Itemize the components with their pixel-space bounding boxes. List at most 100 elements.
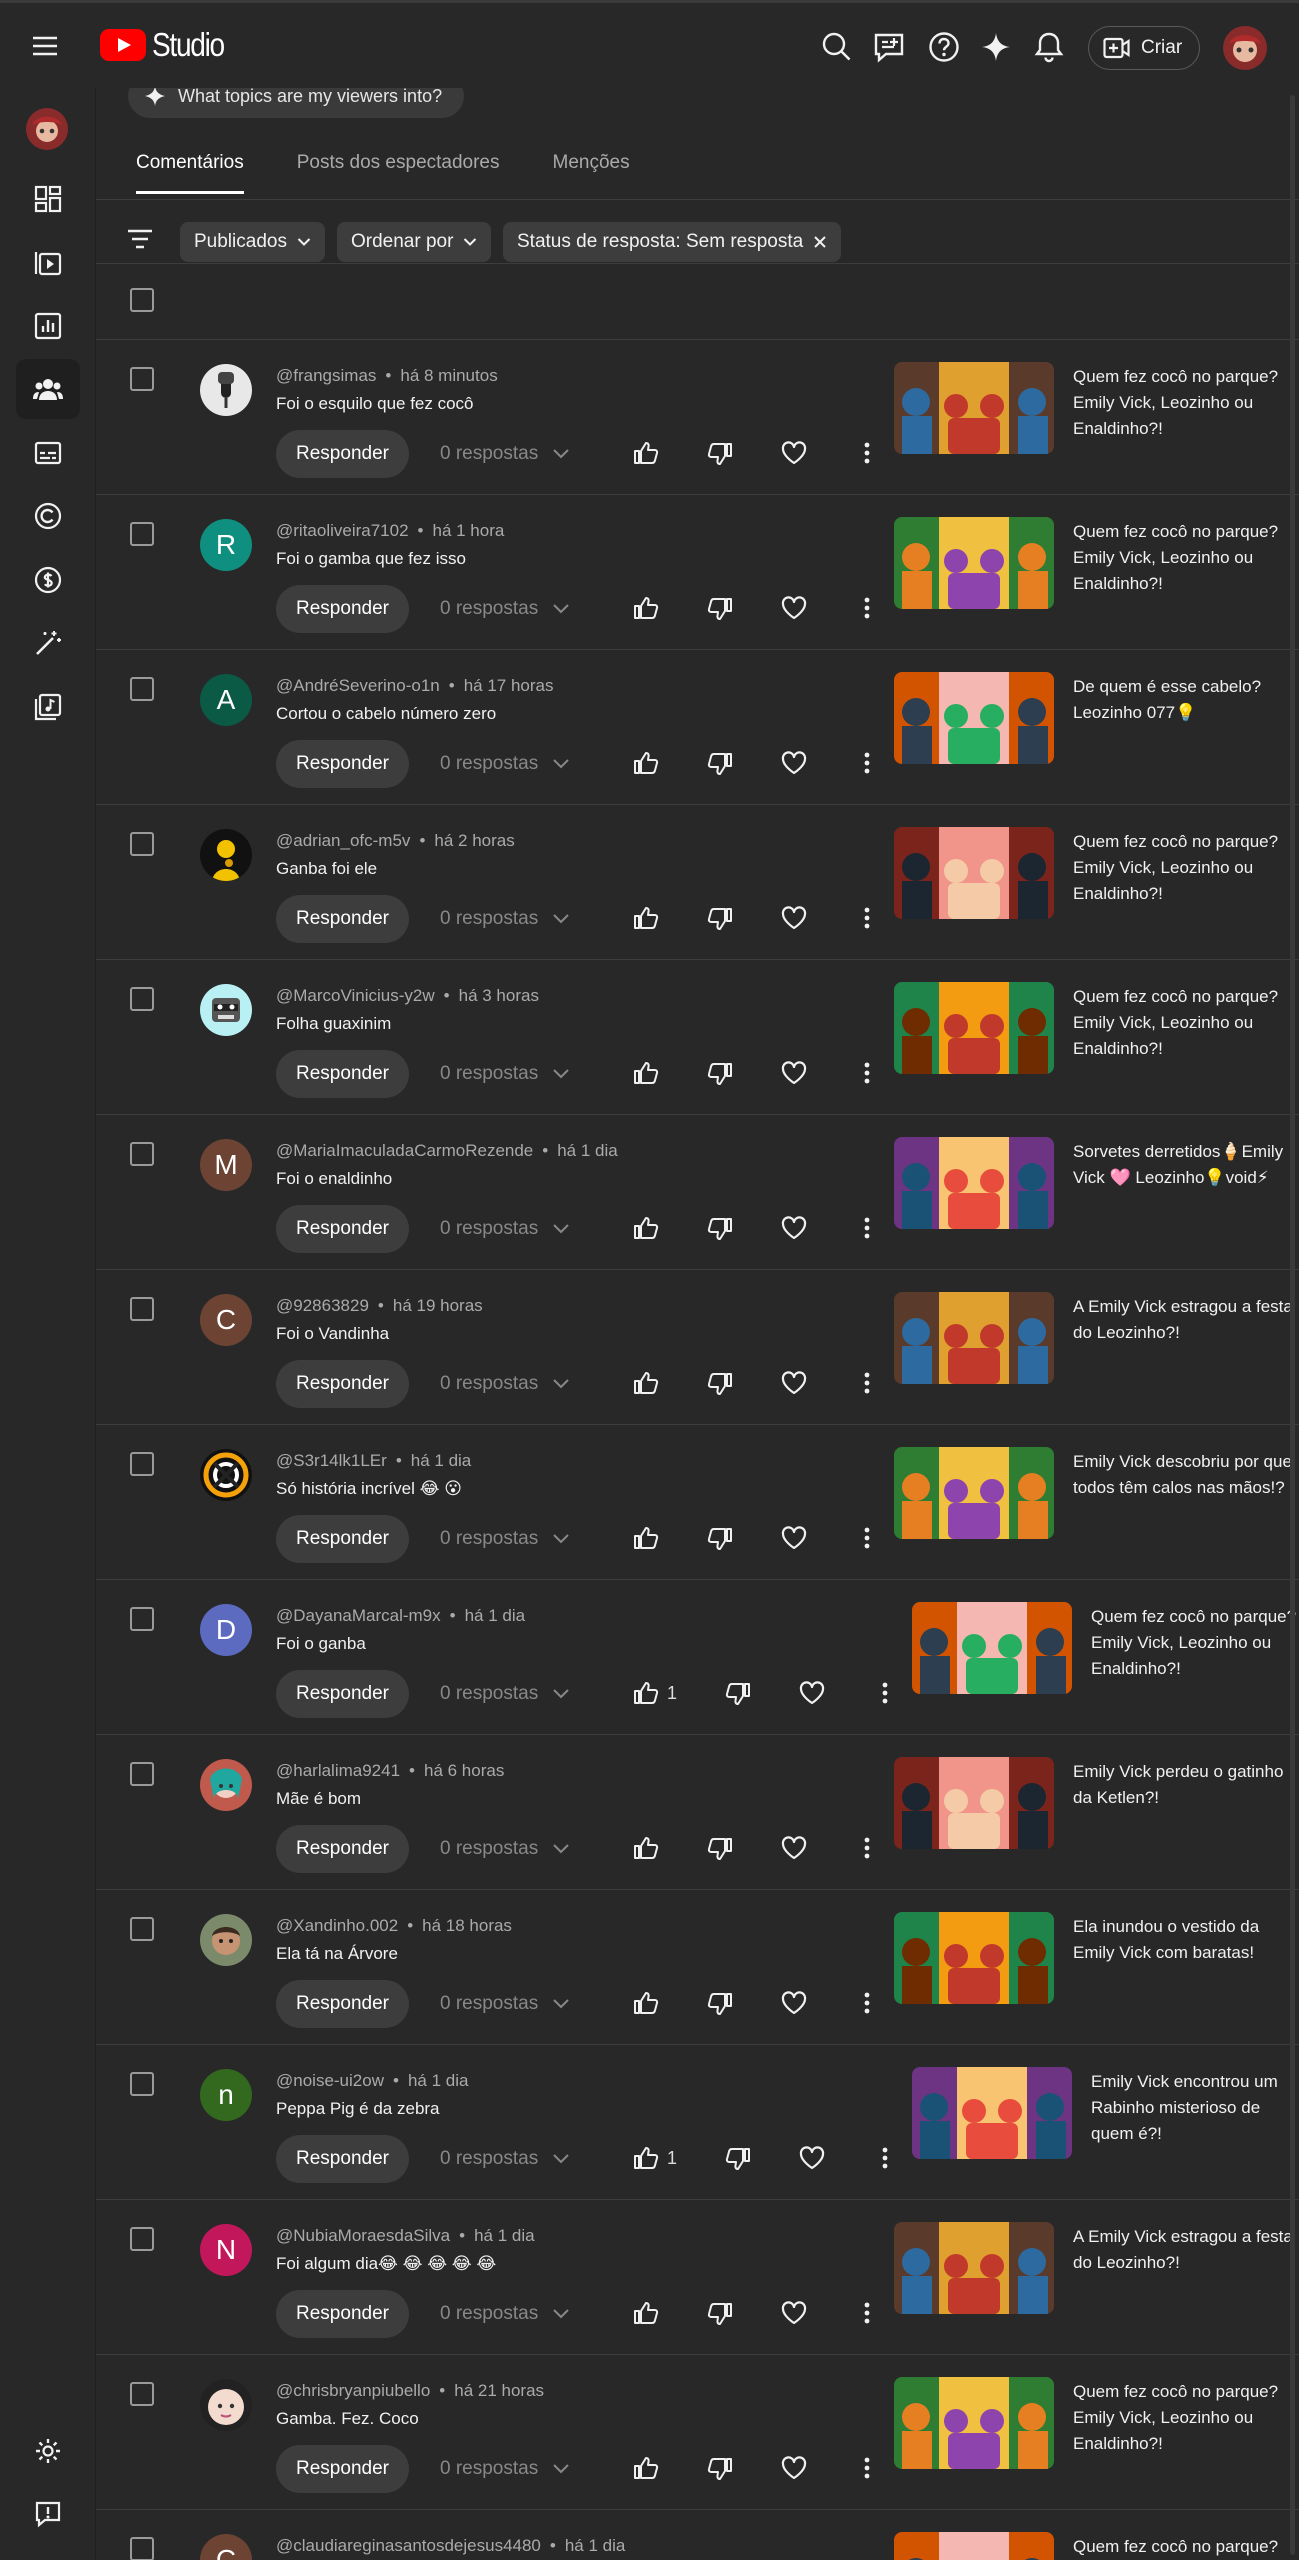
thumbs-down-icon[interactable] <box>707 1216 733 1242</box>
thumbs-down-icon[interactable] <box>707 906 733 932</box>
more-options-icon[interactable] <box>864 2302 870 2324</box>
comment-select-checkbox[interactable] <box>130 1142 154 1166</box>
thumbs-down-icon[interactable] <box>707 2301 733 2327</box>
nav-content[interactable] <box>16 232 80 292</box>
heart-icon[interactable] <box>781 1991 807 2015</box>
sort-by-chip[interactable]: Ordenar por <box>337 222 492 262</box>
nav-analytics[interactable] <box>16 296 80 356</box>
commenter-avatar[interactable]: D <box>200 1604 252 1656</box>
comment-author[interactable]: @frangsimas <box>276 366 376 385</box>
more-options-icon[interactable] <box>864 1372 870 1394</box>
comment-author[interactable]: @MariaImaculadaCarmoRezende <box>276 1141 533 1160</box>
tab-mentions[interactable]: Menções <box>553 152 630 194</box>
like-button[interactable] <box>633 1215 659 1241</box>
thumbs-down-icon[interactable] <box>725 1681 751 1707</box>
replies-dropdown[interactable]: 0 respostas <box>440 908 570 930</box>
reply-status-filter-chip[interactable]: Status de resposta: Sem resposta <box>503 222 842 262</box>
comment-time[interactable]: há 21 horas <box>454 2381 544 2400</box>
nav-audio-library[interactable] <box>16 677 80 737</box>
commenter-avatar[interactable]: C <box>200 2534 252 2560</box>
comment-select-checkbox[interactable] <box>130 987 154 1011</box>
comment-author[interactable]: @claudiareginasantosdejesus4480 <box>276 2536 541 2555</box>
more-options-icon[interactable] <box>864 2457 870 2479</box>
like-button[interactable] <box>633 1525 659 1551</box>
heart-icon[interactable] <box>781 1526 807 1550</box>
reply-button[interactable]: Responder <box>276 1670 409 1718</box>
comment-time[interactable]: há 1 dia <box>474 2226 535 2245</box>
video-title[interactable]: Quem fez cocô no parque? Emily Vick, Leo… <box>1073 2379 1299 2457</box>
video-title[interactable]: Emily Vick perdeu o gatinho da Ketlen?! <box>1073 1759 1299 1811</box>
comment-author[interactable]: @S3r14lk1LEr <box>276 1451 387 1470</box>
reply-button[interactable]: Responder <box>276 2445 409 2493</box>
comment-author[interactable]: @Xandinho.002 <box>276 1916 398 1935</box>
comment-select-checkbox[interactable] <box>130 1762 154 1786</box>
reply-button[interactable]: Responder <box>276 895 409 943</box>
video-thumbnail[interactable] <box>894 2222 1054 2314</box>
replies-dropdown[interactable]: 0 respostas <box>440 443 570 465</box>
reply-button[interactable]: Responder <box>276 1825 409 1873</box>
comment-time[interactable]: há 2 horas <box>434 831 514 850</box>
commenter-avatar[interactable] <box>200 984 252 1036</box>
comment-author[interactable]: @92863829 <box>276 1296 369 1315</box>
channel-avatar[interactable] <box>26 108 68 150</box>
comment-select-checkbox[interactable] <box>130 522 154 546</box>
feedback-icon[interactable] <box>872 30 906 64</box>
comment-time[interactable]: há 1 dia <box>565 2536 626 2555</box>
heart-icon[interactable] <box>799 1681 825 1705</box>
video-thumbnail[interactable] <box>894 827 1054 919</box>
comment-select-checkbox[interactable] <box>130 2382 154 2406</box>
like-button[interactable] <box>633 595 659 621</box>
notifications-bell-icon[interactable] <box>1032 30 1066 64</box>
video-thumbnail[interactable] <box>894 362 1054 454</box>
video-title[interactable]: A Emily Vick estragou a festa do Leozinh… <box>1073 2224 1299 2276</box>
video-title[interactable]: Quem fez cocô no parque? Emily Vick, Leo… <box>1073 829 1299 907</box>
search-icon[interactable] <box>820 30 854 64</box>
nav-dashboard[interactable] <box>16 169 80 229</box>
thumbs-down-icon[interactable] <box>707 1371 733 1397</box>
reply-button[interactable]: Responder <box>276 1205 409 1253</box>
heart-icon[interactable] <box>781 2301 807 2325</box>
heart-icon[interactable] <box>781 751 807 775</box>
like-button[interactable]: 1 <box>633 2145 677 2171</box>
comment-select-checkbox[interactable] <box>130 2537 154 2560</box>
thumbs-down-icon[interactable] <box>707 751 733 777</box>
tab-viewer-posts[interactable]: Posts dos espectadores <box>297 152 500 194</box>
comment-time[interactable]: há 1 hora <box>433 521 505 540</box>
comment-select-checkbox[interactable] <box>130 367 154 391</box>
comment-time[interactable]: há 17 horas <box>464 676 554 695</box>
video-thumbnail[interactable] <box>894 2377 1054 2469</box>
commenter-avatar[interactable]: A <box>200 674 252 726</box>
comment-time[interactable]: há 8 minutos <box>400 366 497 385</box>
video-thumbnail[interactable] <box>912 1602 1072 1694</box>
heart-icon[interactable] <box>781 1836 807 1860</box>
replies-dropdown[interactable]: 0 respostas <box>440 1063 570 1085</box>
like-button[interactable] <box>633 1060 659 1086</box>
more-options-icon[interactable] <box>864 1062 870 1084</box>
heart-icon[interactable] <box>781 2456 807 2480</box>
comment-author[interactable]: @chrisbryanpiubello <box>276 2381 430 2400</box>
comment-time[interactable]: há 1 dia <box>557 1141 618 1160</box>
video-title[interactable]: A Emily Vick estragou a festa do Leozinh… <box>1073 1294 1299 1346</box>
video-thumbnail[interactable] <box>894 517 1054 609</box>
reply-button[interactable]: Responder <box>276 1050 409 1098</box>
more-options-icon[interactable] <box>864 1992 870 2014</box>
replies-dropdown[interactable]: 0 respostas <box>440 753 570 775</box>
heart-icon[interactable] <box>799 2146 825 2170</box>
video-title[interactable]: Quem fez cocô no parque? Emily Vick, Leo… <box>1073 984 1299 1062</box>
video-thumbnail[interactable] <box>894 1757 1054 1849</box>
more-options-icon[interactable] <box>864 597 870 619</box>
reply-button[interactable]: Responder <box>276 430 409 478</box>
replies-dropdown[interactable]: 0 respostas <box>440 1683 570 1705</box>
thumbs-down-icon[interactable] <box>707 596 733 622</box>
sparkle-icon[interactable] <box>979 30 1013 64</box>
video-title[interactable]: Emily Vick encontrou um Rabinho misterio… <box>1091 2069 1299 2147</box>
comment-author[interactable]: @ritaoliveira7102 <box>276 521 409 540</box>
video-thumbnail[interactable] <box>894 1292 1054 1384</box>
video-title[interactable]: Quem fez cocô no parque? Emily Vick, Leo… <box>1073 519 1299 597</box>
comment-select-checkbox[interactable] <box>130 2072 154 2096</box>
nav-community[interactable] <box>16 359 80 419</box>
comment-time[interactable]: há 1 dia <box>465 1606 526 1625</box>
commenter-avatar[interactable] <box>200 364 252 416</box>
like-button[interactable] <box>633 905 659 931</box>
like-button[interactable] <box>633 1835 659 1861</box>
